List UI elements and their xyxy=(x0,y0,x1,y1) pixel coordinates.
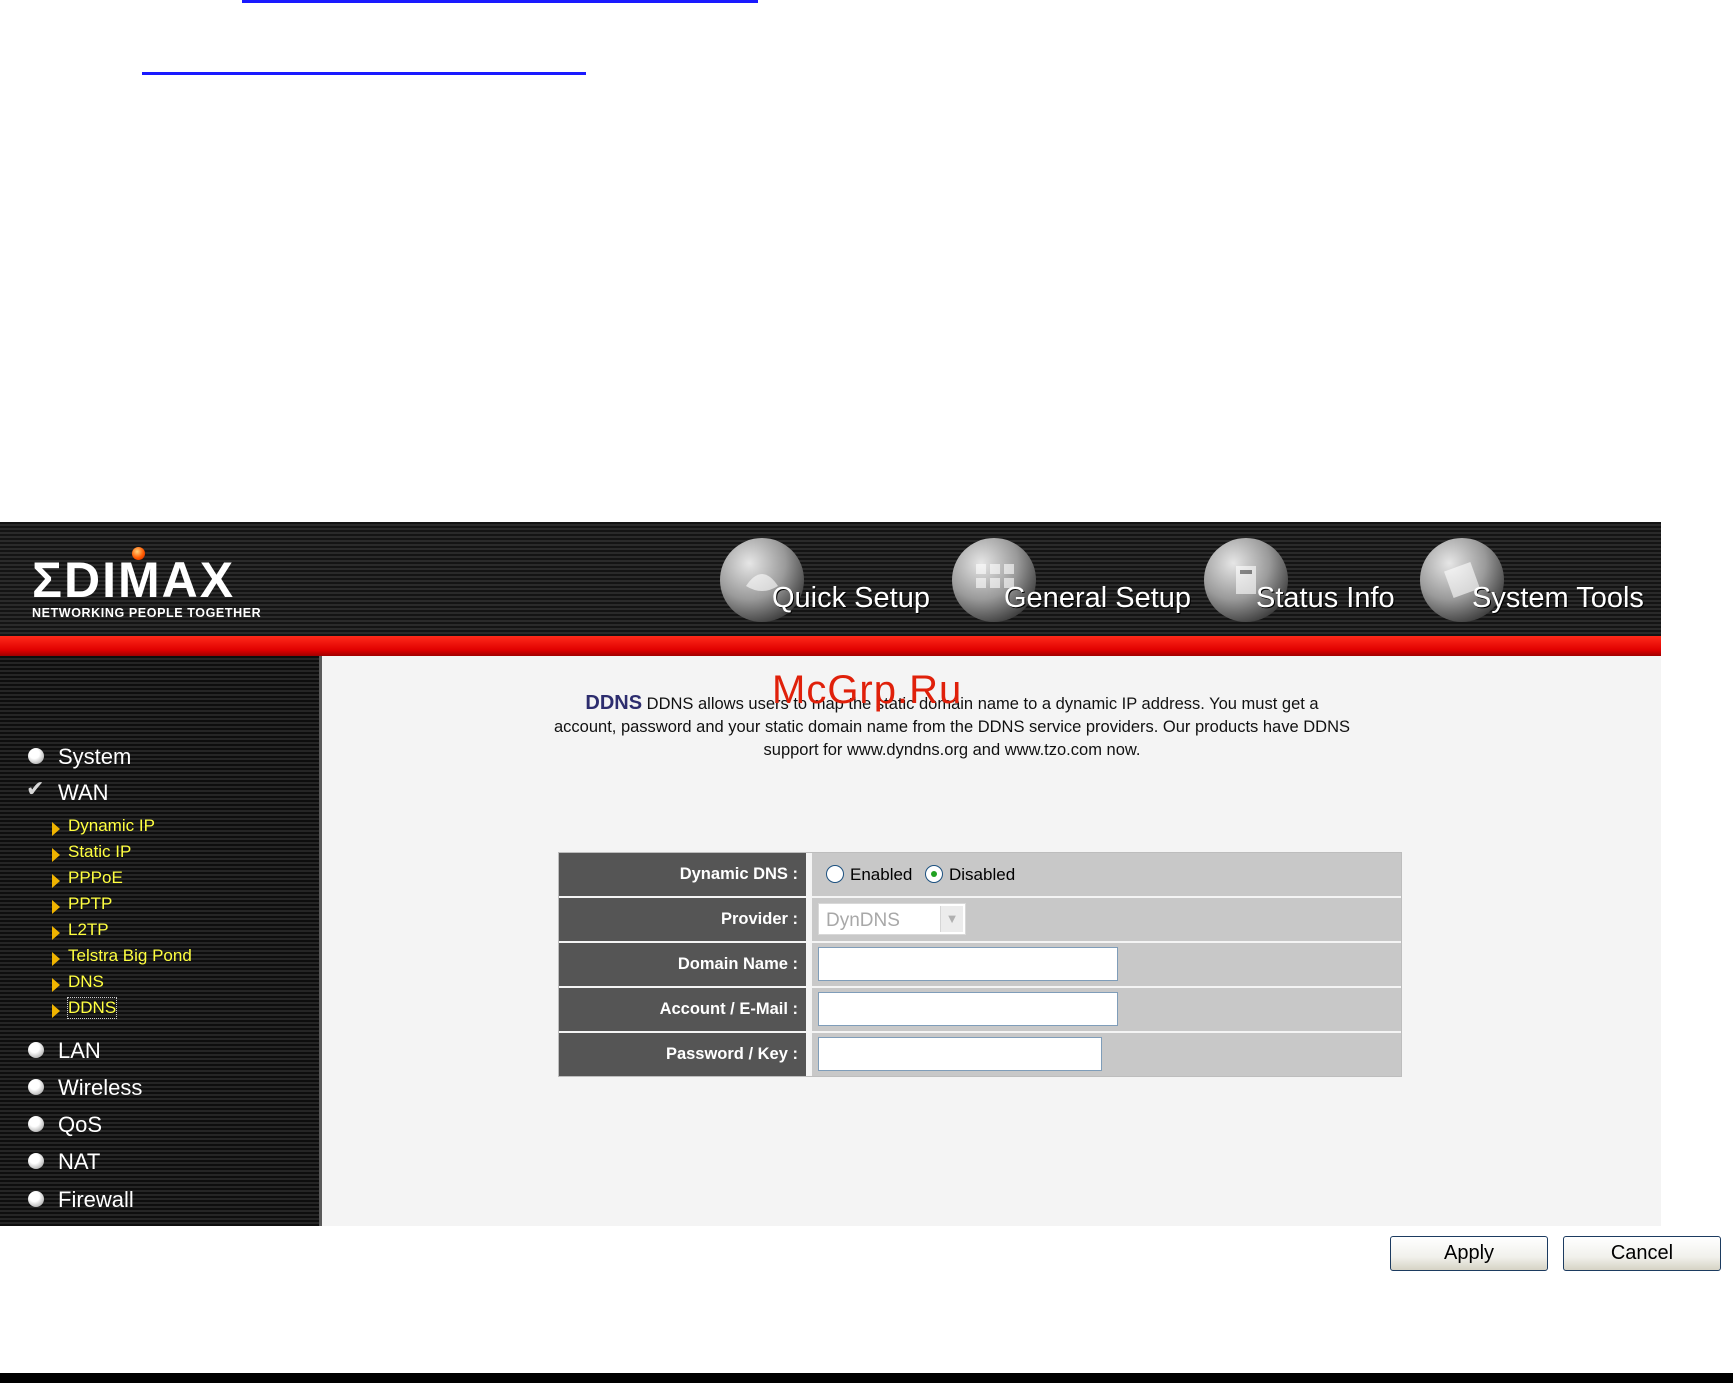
main-content: DDNS DDNS allows users to map the static… xyxy=(322,656,1721,1271)
sidebar-subitem-label: L2TP xyxy=(68,920,109,939)
arrow-right-icon xyxy=(52,822,60,836)
form-row-domain-name: Domain Name : xyxy=(559,943,1401,988)
nav-system-tools[interactable]: System Tools xyxy=(1420,538,1660,628)
sidebar-subitem-label: Telstra Big Pond xyxy=(68,946,192,965)
bullet-icon xyxy=(28,1153,44,1169)
provider-select[interactable]: DynDNS ▼ xyxy=(818,903,966,935)
nav-status-info[interactable]: Status Info xyxy=(1204,538,1414,628)
logo-tagline: NETWORKING PEOPLE TOGETHER xyxy=(32,606,262,620)
header-bar: ΣDIMAX NETWORKING PEOPLE TOGETHER Quick … xyxy=(0,522,1661,636)
disabled-radio[interactable] xyxy=(925,865,943,883)
bullet-icon xyxy=(28,748,44,764)
chevron-down-icon: ▼ xyxy=(940,906,963,932)
dynamic-dns-value: Enabled Disabled xyxy=(812,853,1401,896)
sidebar-item-label: WAN xyxy=(58,780,109,805)
provider-label: Provider : xyxy=(559,898,809,941)
arrow-right-icon xyxy=(52,874,60,888)
bullet-icon xyxy=(28,1079,44,1095)
form-row-provider: Provider : DynDNS ▼ xyxy=(559,898,1401,943)
sidebar-item-label: NAT xyxy=(58,1149,101,1174)
arrow-right-icon xyxy=(52,900,60,914)
bullet-icon xyxy=(28,1042,44,1058)
password-key-input[interactable] xyxy=(818,1037,1102,1071)
form-row-password: Password / Key : xyxy=(559,1033,1401,1076)
arrow-right-icon xyxy=(52,926,60,940)
enabled-label: Enabled xyxy=(850,865,913,884)
cancel-button[interactable]: Cancel xyxy=(1563,1236,1721,1271)
form-row-account: Account / E-Mail : xyxy=(559,988,1401,1033)
edimax-logo: ΣDIMAX NETWORKING PEOPLE TOGETHER xyxy=(32,547,292,622)
bullet-icon xyxy=(28,1116,44,1132)
top-link-underline[interactable] xyxy=(242,0,758,3)
nav-label: General Setup xyxy=(1004,582,1192,614)
nav-quick-setup[interactable]: Quick Setup xyxy=(720,538,940,628)
domain-name-value xyxy=(812,943,1401,986)
account-label: Account / E-Mail : xyxy=(559,988,809,1031)
header-red-bar xyxy=(0,636,1661,656)
bullet-icon xyxy=(28,1191,44,1207)
account-value xyxy=(812,988,1401,1031)
nav-general-setup[interactable]: General Setup xyxy=(952,538,1192,628)
sidebar-item-label: QoS xyxy=(58,1112,103,1137)
sidebar-item-label: LAN xyxy=(58,1038,101,1063)
logo-brand: ΣDIMAX xyxy=(32,552,236,608)
sidebar-item-label: System xyxy=(58,744,132,769)
sidebar-item-label: Firewall xyxy=(58,1187,134,1212)
sidebar-subitem-label: PPTP xyxy=(68,894,113,913)
enabled-radio[interactable] xyxy=(826,865,844,883)
provider-selected-value: DynDNS xyxy=(826,910,900,931)
form-row-dynamic-dns: Dynamic DNS : Enabled Disabled xyxy=(559,853,1401,898)
apply-button[interactable]: Apply xyxy=(1390,1236,1548,1271)
sidebar: System ✔ WAN Dynamic IP Static IP PPPoE … xyxy=(0,656,322,1226)
nav-label: Status Info xyxy=(1256,582,1395,614)
arrow-right-icon xyxy=(52,978,60,992)
ddns-form: Dynamic DNS : Enabled Disabled Provider … xyxy=(558,852,1402,1077)
account-email-input[interactable] xyxy=(818,992,1118,1026)
nav-label: Quick Setup xyxy=(772,582,930,614)
domain-name-label: Domain Name : xyxy=(559,943,809,986)
password-label: Password / Key : xyxy=(559,1033,809,1076)
password-value xyxy=(812,1033,1401,1076)
disabled-label: Disabled xyxy=(949,865,1016,884)
arrow-right-icon xyxy=(52,1004,60,1018)
watermark-text: McGrp.Ru xyxy=(772,668,963,712)
arrow-right-icon xyxy=(52,848,60,862)
sidebar-subitem-label: DNS xyxy=(68,972,104,991)
arrow-right-icon xyxy=(52,952,60,966)
sidebar-subitem-label: Dynamic IP xyxy=(68,816,155,835)
router-admin-window: ΣDIMAX NETWORKING PEOPLE TOGETHER Quick … xyxy=(0,522,1721,1271)
sidebar-subitem-label: DDNS xyxy=(66,997,118,1019)
dynamic-dns-label: Dynamic DNS : xyxy=(559,853,809,896)
bottom-black-bar xyxy=(0,1373,1733,1383)
sidebar-item-label: Wireless xyxy=(58,1075,143,1100)
sidebar-subitem-label: PPPoE xyxy=(68,868,123,887)
sidebar-subitem-label: Static IP xyxy=(68,842,132,861)
nav-label: System Tools xyxy=(1472,582,1644,614)
provider-value: DynDNS ▼ xyxy=(812,898,1401,941)
domain-name-input[interactable] xyxy=(818,947,1118,981)
top-link-underline[interactable] xyxy=(142,72,586,75)
checkmark-icon: ✔ xyxy=(26,776,45,801)
page-title: DDNS xyxy=(585,692,643,714)
